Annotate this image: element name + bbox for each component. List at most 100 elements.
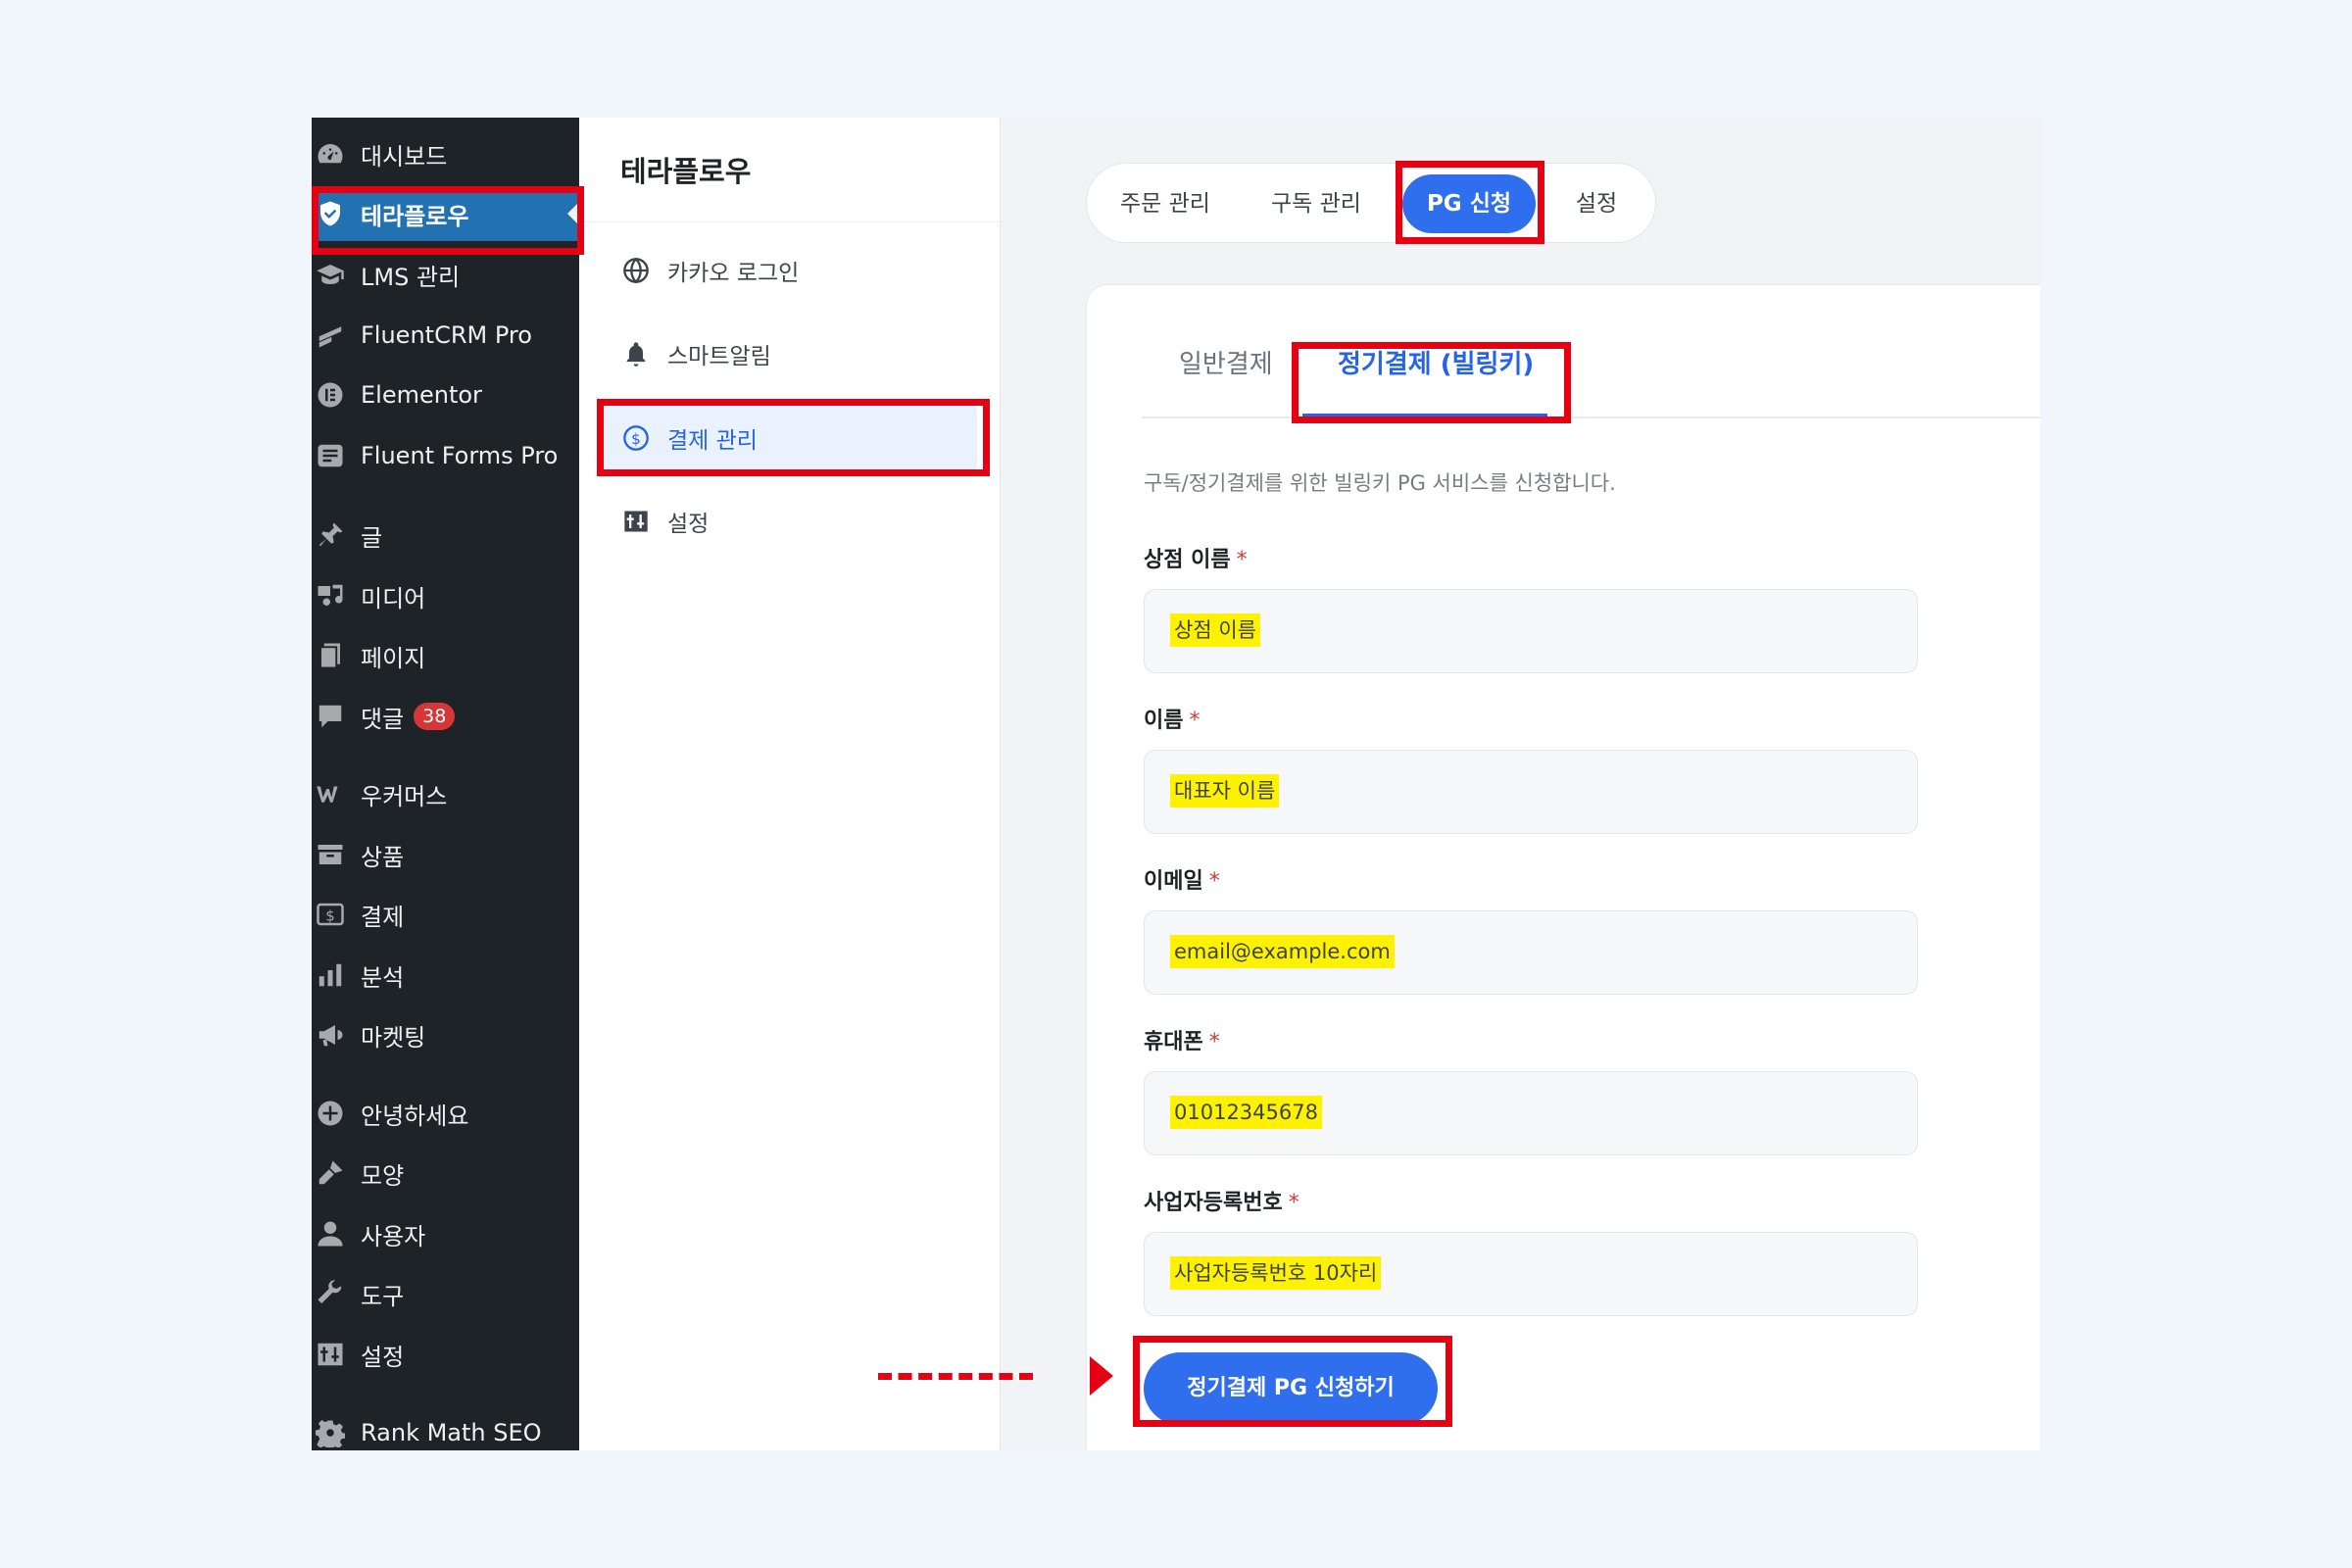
wp-menu-label: 안녕하세요 bbox=[361, 1102, 469, 1130]
plugin-menu: 테라플로우 카카오 로그인 스마트알림 $ 결제 관리 설정 bbox=[579, 118, 1001, 1450]
plugin-menu-label: 스마트알림 bbox=[667, 344, 771, 369]
wp-menu-rankmath[interactable]: Rank Math SEO bbox=[312, 1405, 579, 1450]
wp-menu-label: 도구 bbox=[361, 1282, 405, 1310]
admin-window: 대시보드 테라플로우 LMS 관리 FluentCRM Pro Elemento… bbox=[312, 118, 2040, 1450]
wp-menu-label: 마켓팅 bbox=[361, 1023, 426, 1052]
bell-icon bbox=[620, 338, 652, 369]
wp-menu-posts[interactable]: 글 bbox=[312, 508, 579, 563]
wp-menu-label: 결제 bbox=[361, 903, 405, 931]
comment-icon bbox=[314, 700, 347, 733]
divider bbox=[1142, 416, 2040, 418]
wp-menu-label: 모양 bbox=[361, 1161, 405, 1190]
input-value: email@example.com bbox=[1170, 935, 1395, 968]
wp-menu-label: 우커머스 bbox=[361, 782, 448, 810]
wp-menu-label: Elementor bbox=[361, 381, 482, 409]
settings-icon bbox=[620, 506, 652, 537]
wp-menu-lms[interactable]: LMS 관리 bbox=[312, 247, 579, 302]
field-label: 이름 * bbox=[1144, 709, 1200, 733]
chart-bar-icon bbox=[314, 958, 347, 992]
megaphone-icon bbox=[314, 1018, 347, 1052]
wp-menu-products[interactable]: 상품 bbox=[312, 827, 579, 882]
wp-menu-users[interactable]: 사용자 bbox=[312, 1206, 579, 1261]
plugin-menu-settings[interactable]: 설정 bbox=[599, 488, 977, 555]
highlight-box bbox=[1133, 1336, 1452, 1427]
page-icon bbox=[314, 639, 347, 672]
svg-text:$: $ bbox=[325, 906, 335, 924]
wp-menu-label: 글 bbox=[361, 523, 383, 552]
wp-menu-label: 대시보드 bbox=[361, 142, 448, 171]
phone-input[interactable]: 01012345678 bbox=[1144, 1071, 1918, 1155]
user-icon bbox=[314, 1217, 347, 1250]
pointer-arrow-icon bbox=[1090, 1356, 1113, 1396]
tab-settings[interactable]: 설정 bbox=[1549, 174, 1643, 233]
highlight-box bbox=[1292, 342, 1571, 423]
plugin-menu-label: 설정 bbox=[667, 512, 710, 537]
wp-menu-dashboard[interactable]: 대시보드 bbox=[312, 126, 579, 181]
subtab-general-payment[interactable]: 일반결제 bbox=[1179, 344, 1273, 380]
fluentforms-icon bbox=[314, 439, 347, 472]
pg-application-card: 일반결제 정기결제 (빌링키) 구독/정기결제를 위한 빌링키 PG 서비스를 … bbox=[1086, 284, 2040, 1450]
input-value: 대표자 이름 bbox=[1170, 774, 1280, 808]
gear-icon bbox=[314, 1416, 347, 1449]
wp-menu-label: LMS 관리 bbox=[361, 263, 461, 291]
pin-icon bbox=[314, 518, 347, 552]
wp-admin-sidebar: 대시보드 테라플로우 LMS 관리 FluentCRM Pro Elemento… bbox=[312, 118, 579, 1450]
field-label: 사업자등록번호 * bbox=[1144, 1191, 1299, 1215]
archive-icon bbox=[314, 838, 347, 871]
wp-menu-label: 설정 bbox=[361, 1343, 405, 1371]
wp-menu-payments[interactable]: $ 결제 bbox=[312, 887, 579, 942]
tab-order-management[interactable]: 주문 관리 bbox=[1097, 174, 1234, 233]
wp-menu-comments[interactable]: 댓글 38 bbox=[312, 689, 579, 744]
wp-menu-tools[interactable]: 도구 bbox=[312, 1266, 579, 1321]
business-number-input[interactable]: 사업자등록번호 10자리 bbox=[1144, 1232, 1918, 1316]
wp-menu-label: 분석 bbox=[361, 963, 405, 992]
plugin-title: 테라플로우 bbox=[620, 155, 752, 188]
payment-icon: $ bbox=[314, 898, 347, 931]
store-name-input[interactable]: 상점 이름 bbox=[1144, 589, 1918, 673]
field-label: 휴대폰 * bbox=[1144, 1030, 1220, 1054]
form-description: 구독/정기결제를 위한 빌링키 PG 서비스를 신청합니다. bbox=[1144, 471, 1616, 495]
wp-menu-label: 미디어 bbox=[361, 584, 426, 612]
wp-menu-hello[interactable]: 안녕하세요 bbox=[312, 1086, 579, 1141]
wp-menu-analytics[interactable]: 분석 bbox=[312, 948, 579, 1003]
field-label: 상점 이름 * bbox=[1144, 548, 1248, 572]
wp-menu-label: 사용자 bbox=[361, 1222, 426, 1250]
pointer-arrow-line bbox=[878, 1373, 1033, 1380]
wp-menu-label: Fluent Forms Pro bbox=[361, 442, 559, 469]
wp-menu-label: 페이지 bbox=[361, 644, 426, 672]
woocommerce-icon bbox=[314, 777, 347, 810]
input-value: 상점 이름 bbox=[1170, 613, 1260, 647]
wp-menu-label: FluentCRM Pro bbox=[361, 321, 532, 349]
email-input[interactable]: email@example.com bbox=[1144, 910, 1918, 995]
plugin-menu-label: 카카오 로그인 bbox=[667, 261, 800, 286]
wp-menu-media[interactable]: 미디어 bbox=[312, 568, 579, 623]
dashboard-icon bbox=[314, 137, 347, 171]
globe-icon bbox=[620, 255, 652, 286]
representative-name-input[interactable]: 대표자 이름 bbox=[1144, 750, 1918, 834]
elementor-icon bbox=[314, 378, 347, 412]
wp-menu-fluentforms[interactable]: Fluent Forms Pro bbox=[312, 428, 579, 483]
wp-menu-settings[interactable]: 설정 bbox=[312, 1327, 579, 1382]
wp-menu-woocommerce[interactable]: 우커머스 bbox=[312, 766, 579, 821]
input-value: 01012345678 bbox=[1170, 1096, 1322, 1129]
wp-menu-label: 상품 bbox=[361, 843, 405, 871]
graduation-cap-icon bbox=[314, 258, 347, 291]
highlight-box bbox=[597, 399, 990, 476]
media-icon bbox=[314, 579, 347, 612]
field-label: 이메일 * bbox=[1144, 869, 1220, 894]
wp-menu-appearance[interactable]: 모양 bbox=[312, 1146, 579, 1200]
plugin-menu-smart-alert[interactable]: 스마트알림 bbox=[599, 320, 977, 387]
highlight-box bbox=[312, 186, 584, 255]
wp-menu-pages[interactable]: 페이지 bbox=[312, 628, 579, 683]
plugin-menu-kakao-login[interactable]: 카카오 로그인 bbox=[599, 237, 977, 304]
wp-menu-elementor[interactable]: Elementor bbox=[312, 368, 579, 422]
input-value: 사업자등록번호 10자리 bbox=[1170, 1256, 1382, 1290]
comment-count-badge: 38 bbox=[414, 703, 456, 730]
wp-menu-marketing[interactable]: 마켓팅 bbox=[312, 1007, 579, 1062]
highlight-box bbox=[1396, 161, 1544, 244]
settings-icon bbox=[314, 1338, 347, 1371]
fluentcrm-icon bbox=[314, 318, 347, 352]
plus-circle-icon bbox=[314, 1097, 347, 1130]
wp-menu-fluentcrm[interactable]: FluentCRM Pro bbox=[312, 308, 579, 363]
tab-subscription-management[interactable]: 구독 관리 bbox=[1248, 174, 1385, 233]
